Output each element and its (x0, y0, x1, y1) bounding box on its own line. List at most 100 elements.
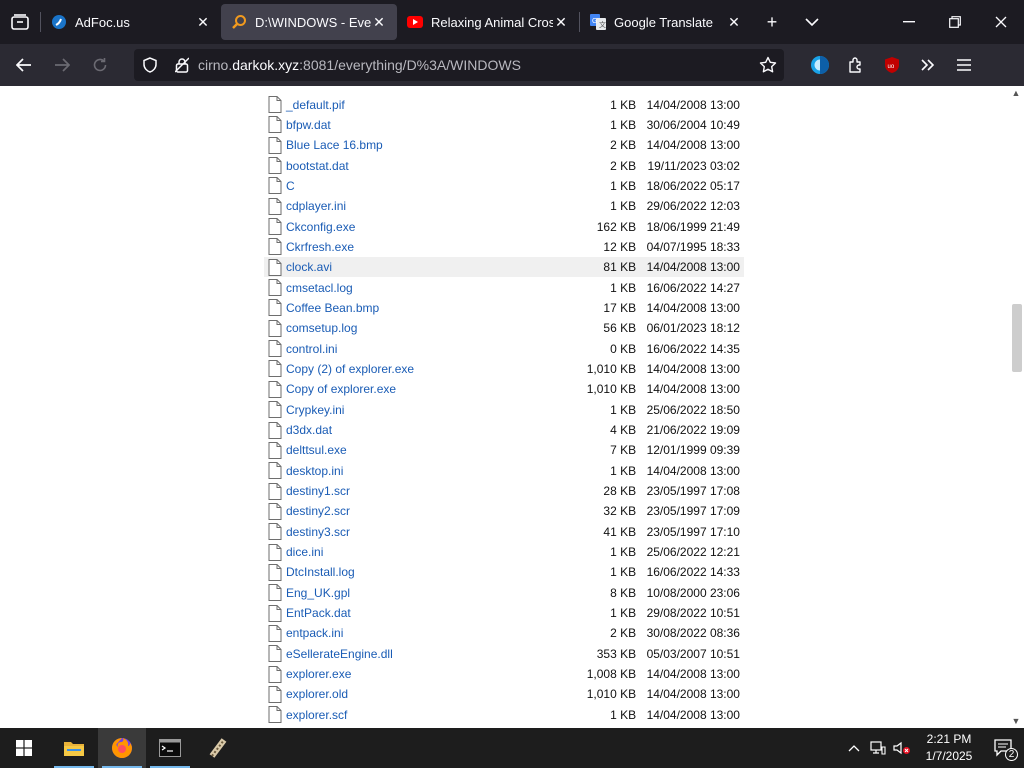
tab-youtube[interactable]: Relaxing Animal Crossi ✕ (397, 4, 579, 40)
file-name-link[interactable]: Ckrfresh.exe (286, 240, 565, 254)
taskbar-clock[interactable]: 2:21 PM 1/7/2025 (914, 731, 984, 765)
file-row[interactable]: delttsul.exe 7 KB 12/01/1999 09:39 (264, 440, 744, 460)
file-name-link[interactable]: explorer.exe (286, 667, 565, 681)
file-name-link[interactable]: desktop.ini (286, 464, 565, 478)
file-name-link[interactable]: cdplayer.ini (286, 199, 565, 213)
taskbar-firefox[interactable] (98, 728, 146, 768)
file-row[interactable]: explorer.old 1,010 KB 14/04/2008 13:00 (264, 684, 744, 704)
file-name-link[interactable]: explorer.old (286, 687, 565, 701)
file-row[interactable]: Coffee Bean.bmp 17 KB 14/04/2008 13:00 (264, 298, 744, 318)
scroll-down-arrow-icon[interactable]: ▼ (1011, 716, 1021, 726)
file-name-link[interactable]: control.ini (286, 342, 565, 356)
close-tab-icon[interactable]: ✕ (371, 14, 387, 30)
notification-center-button[interactable]: 2 (984, 728, 1024, 768)
start-button[interactable] (0, 728, 48, 768)
forward-button[interactable] (44, 49, 80, 81)
close-tab-icon[interactable]: ✕ (726, 14, 742, 30)
close-tab-icon[interactable]: ✕ (195, 14, 211, 30)
back-button[interactable] (6, 49, 42, 81)
file-row[interactable]: DtcInstall.log 1 KB 16/06/2022 14:33 (264, 562, 744, 582)
file-name-link[interactable]: _default.pif (286, 98, 565, 112)
file-name-link[interactable]: destiny3.scr (286, 525, 565, 539)
file-row[interactable]: destiny2.scr 32 KB 23/05/1997 17:09 (264, 501, 744, 521)
address-bar[interactable]: cirno.darkok.xyz:8081/everything/D%3A/WI… (134, 49, 784, 81)
tab-adfocus[interactable]: AdFoc.us ✕ (41, 4, 221, 40)
file-row[interactable]: Copy (2) of explorer.exe 1,010 KB 14/04/20… (264, 359, 744, 379)
file-name-link[interactable]: destiny2.scr (286, 504, 565, 518)
file-row[interactable]: cmsetacl.log 1 KB 16/06/2022 14:27 (264, 277, 744, 297)
file-row[interactable]: entpack.ini 2 KB 30/08/2022 08:36 (264, 623, 744, 643)
file-row[interactable]: EntPack.dat 1 KB 29/08/2022 10:51 (264, 603, 744, 623)
scroll-up-arrow-icon[interactable]: ▲ (1011, 88, 1021, 98)
file-name-link[interactable]: bfpw.dat (286, 118, 565, 132)
file-name-link[interactable]: Crypkey.ini (286, 403, 565, 417)
file-row[interactable]: explorer.exe 1,008 KB 14/04/2008 13:00 (264, 664, 744, 684)
file-name-link[interactable]: Eng_UK.gpl (286, 586, 565, 600)
app-menu-button[interactable] (946, 49, 982, 81)
file-row[interactable]: C 1 KB 18/06/2022 05:17 (264, 176, 744, 196)
file-name-link[interactable]: DtcInstall.log (286, 565, 565, 579)
volume-button[interactable] (890, 728, 914, 768)
file-name-link[interactable]: delttsul.exe (286, 443, 565, 457)
file-row[interactable]: d3dx.dat 4 KB 21/06/2022 19:09 (264, 420, 744, 440)
file-row[interactable]: destiny3.scr 41 KB 23/05/1997 17:10 (264, 522, 744, 542)
ublock-origin-button[interactable]: uo (874, 49, 910, 81)
show-hidden-icons-button[interactable] (842, 728, 866, 768)
file-name-link[interactable]: dice.ini (286, 545, 565, 559)
file-name-link[interactable]: EntPack.dat (286, 606, 565, 620)
file-name-link[interactable]: explorer.scf (286, 708, 565, 722)
file-name-link[interactable]: C (286, 179, 565, 193)
more-tools-button[interactable] (910, 49, 946, 81)
site-info-button[interactable] (166, 49, 198, 81)
taskbar-file-explorer[interactable] (50, 728, 98, 768)
file-row[interactable]: Eng_UK.gpl 8 KB 10/08/2000 23:06 (264, 583, 744, 603)
file-name-link[interactable]: comsetup.log (286, 321, 565, 335)
file-row[interactable]: clock.avi 81 KB 14/04/2008 13:00 (264, 257, 744, 278)
file-name-link[interactable]: Copy (2) of explorer.exe (286, 362, 565, 376)
firefox-view-button[interactable] (0, 0, 40, 44)
file-row[interactable]: Ckconfig.exe 162 KB 18/06/1999 21:49 (264, 216, 744, 236)
restore-button[interactable] (932, 0, 978, 44)
file-name-link[interactable]: destiny1.scr (286, 484, 565, 498)
new-tab-button[interactable]: + (752, 0, 792, 44)
close-tab-icon[interactable]: ✕ (553, 14, 569, 30)
file-name-link[interactable]: Copy of explorer.exe (286, 382, 565, 396)
extension-button[interactable] (802, 49, 838, 81)
taskbar-film-app[interactable] (194, 728, 242, 768)
file-name-link[interactable]: cmsetacl.log (286, 281, 565, 295)
tab-google-translate[interactable]: G文 Google Translate ✕ (580, 4, 752, 40)
taskbar-terminal[interactable] (146, 728, 194, 768)
file-row[interactable]: control.ini 0 KB 16/06/2022 14:35 (264, 338, 744, 358)
tab-everything[interactable]: D:\WINDOWS - Everyth ✕ (221, 4, 397, 40)
file-name-link[interactable]: Ckconfig.exe (286, 220, 565, 234)
list-all-tabs-button[interactable] (792, 0, 832, 44)
file-row[interactable]: explorer.scf 1 KB 14/04/2008 13:00 (264, 705, 744, 725)
file-row[interactable]: destiny1.scr 28 KB 23/05/1997 17:08 (264, 481, 744, 501)
file-name-link[interactable]: Blue Lace 16.bmp (286, 138, 565, 152)
scrollbar-thumb[interactable] (1012, 304, 1022, 372)
file-name-link[interactable]: eSellerateEngine.dll (286, 647, 565, 661)
file-row[interactable]: Ckrfresh.exe 12 KB 04/07/1995 18:33 (264, 237, 744, 257)
bookmark-button[interactable] (752, 56, 784, 74)
extensions-menu-button[interactable] (838, 49, 874, 81)
file-name-link[interactable]: entpack.ini (286, 626, 565, 640)
file-row[interactable]: eSellerateEngine.dll 353 KB 05/03/2007 10:… (264, 644, 744, 664)
file-name-link[interactable]: clock.avi (286, 260, 565, 274)
file-row[interactable]: Copy of explorer.exe 1,010 KB 14/04/2008 1… (264, 379, 744, 399)
file-row[interactable]: Blue Lace 16.bmp 2 KB 14/04/2008 13:00 (264, 135, 744, 155)
file-name-link[interactable]: d3dx.dat (286, 423, 565, 437)
file-name-link[interactable]: Coffee Bean.bmp (286, 301, 565, 315)
close-window-button[interactable] (978, 0, 1024, 44)
reload-button[interactable] (82, 49, 118, 81)
file-row[interactable]: comsetup.log 56 KB 06/01/2023 18:12 (264, 318, 744, 338)
file-row[interactable]: Crypkey.ini 1 KB 25/06/2022 18:50 (264, 400, 744, 420)
file-row[interactable]: _default.pif 1 KB 14/04/2008 13:00 (264, 94, 744, 114)
file-row[interactable]: dice.ini 1 KB 25/06/2022 12:21 (264, 542, 744, 562)
url-text[interactable]: cirno.darkok.xyz:8081/everything/D%3A/WI… (198, 57, 752, 73)
file-row[interactable]: desktop.ini 1 KB 14/04/2008 13:00 (264, 461, 744, 481)
file-row[interactable]: cdplayer.ini 1 KB 29/06/2022 12:03 (264, 196, 744, 216)
file-name-link[interactable]: bootstat.dat (286, 159, 565, 173)
network-button[interactable] (866, 728, 890, 768)
file-row[interactable]: bfpw.dat 1 KB 30/06/2004 10:49 (264, 115, 744, 135)
vertical-scrollbar[interactable]: ▲ ▼ (1008, 86, 1024, 728)
